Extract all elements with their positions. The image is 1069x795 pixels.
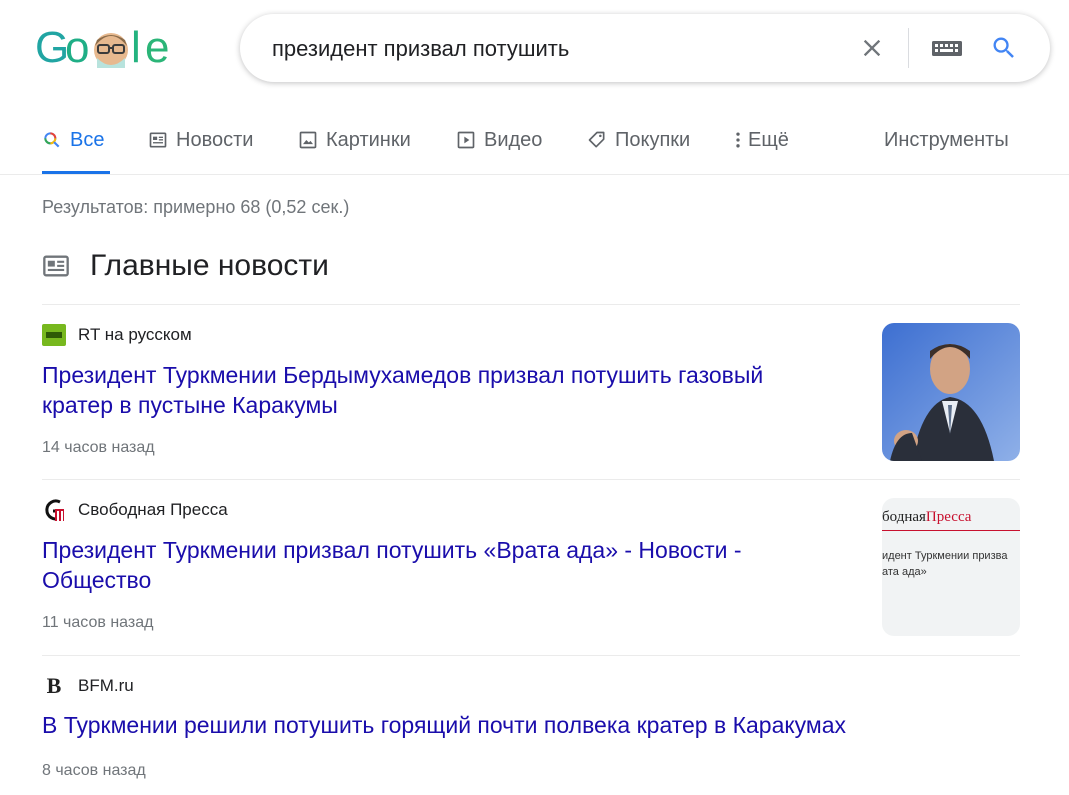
tag-icon xyxy=(588,131,605,148)
source-name: RT на русском xyxy=(78,325,192,344)
news-thumbnail[interactable]: боднаяПресса идент Туркмении призва ата … xyxy=(882,498,1020,636)
news-title-link[interactable]: Президент Туркмении Бердымухамедов призв… xyxy=(42,360,832,420)
tab-shopping-label: Покупки xyxy=(615,129,691,151)
tab-all-label: Все xyxy=(70,129,105,151)
svpressa-favicon-icon xyxy=(42,498,66,522)
news-title-link[interactable]: Президент Туркмении призвал потушить «Вр… xyxy=(42,535,832,595)
news-item[interactable]: B BFM.ru В Туркмении решили потушить гор… xyxy=(42,673,1020,783)
search-box-divider xyxy=(908,28,909,68)
tab-more[interactable]: Ещё xyxy=(732,122,789,174)
thumb-brand: боднаяПресса xyxy=(882,509,972,525)
news-icon xyxy=(149,132,167,148)
news-source: RT на русском xyxy=(42,322,192,348)
photo-president-icon xyxy=(882,323,1020,461)
source-name: Свободная Пресса xyxy=(78,500,228,519)
title-line: В Туркмении решили потушить горящий почт… xyxy=(42,712,847,738)
title-line: Общество xyxy=(42,567,152,593)
logo-letter-o: o xyxy=(65,23,90,72)
divider xyxy=(42,304,1020,305)
bfm-favicon-icon: B xyxy=(46,673,62,698)
news-item[interactable]: Свободная Пресса Президент Туркмении при… xyxy=(42,497,1020,637)
news-thumbnail[interactable] xyxy=(882,323,1020,461)
section-title: Главные новости xyxy=(90,249,329,282)
news-source: Свободная Пресса xyxy=(42,497,228,523)
tab-all[interactable]: Все xyxy=(42,122,110,174)
news-time: 14 часов назад xyxy=(42,439,155,456)
top-stories-header: Главные новости xyxy=(42,246,329,286)
logo-letter-g: G xyxy=(35,23,69,72)
tab-news[interactable]: Новости xyxy=(148,122,253,174)
tab-news-label: Новости xyxy=(176,129,254,151)
logo-letter-e: e xyxy=(145,23,170,72)
title-line: Президент Туркмении Бердымухамедов призв… xyxy=(42,362,764,388)
image-icon xyxy=(299,131,317,149)
news-time: 11 часов назад xyxy=(42,614,154,631)
search-input[interactable]: президент призвал потушить xyxy=(272,36,569,62)
search-submit-icon[interactable] xyxy=(990,34,1018,62)
divider xyxy=(42,655,1020,656)
news-source: B BFM.ru xyxy=(42,673,134,699)
tab-images-label: Картинки xyxy=(326,129,411,151)
news-item[interactable]: RT на русском Президент Туркмении Бердым… xyxy=(42,322,1020,462)
tab-more-label: Ещё xyxy=(748,129,789,151)
tab-video[interactable]: Видео xyxy=(456,122,542,174)
tools-button[interactable]: Инструменты xyxy=(884,122,1009,158)
doodle-character-icon xyxy=(94,33,128,68)
rt-favicon-icon xyxy=(42,323,66,347)
news-title-link[interactable]: В Туркмении решили потушить горящий почт… xyxy=(42,710,942,740)
search-box[interactable]: президент призвал потушить xyxy=(240,14,1050,82)
thumb-text: идент Туркмении призва xyxy=(882,550,1008,562)
tabs-divider xyxy=(0,174,1069,175)
result-stats: Результатов: примерно 68 (0,52 сек.) xyxy=(42,197,350,217)
divider xyxy=(42,479,1020,480)
thumb-text: ата ада» xyxy=(882,566,927,578)
tab-video-label: Видео xyxy=(484,129,543,151)
tab-images[interactable]: Картинки xyxy=(298,122,411,174)
search-icon xyxy=(44,132,60,148)
title-line: кратер в пустыне Каракумы xyxy=(42,392,338,418)
google-logo[interactable]: G o l e xyxy=(35,24,175,72)
video-icon xyxy=(457,131,475,149)
keyboard-icon[interactable] xyxy=(930,34,964,62)
logo-letter-l: l xyxy=(131,23,141,72)
news-time: 8 часов назад xyxy=(42,762,146,779)
thumb-rule xyxy=(882,530,1020,531)
title-line: Президент Туркмении призвал потушить «Вр… xyxy=(42,537,742,563)
newspaper-icon xyxy=(43,255,69,277)
clear-icon[interactable] xyxy=(858,34,886,62)
tab-shopping[interactable]: Покупки xyxy=(587,122,690,174)
more-vert-icon xyxy=(736,132,740,148)
source-name: BFM.ru xyxy=(78,676,134,695)
